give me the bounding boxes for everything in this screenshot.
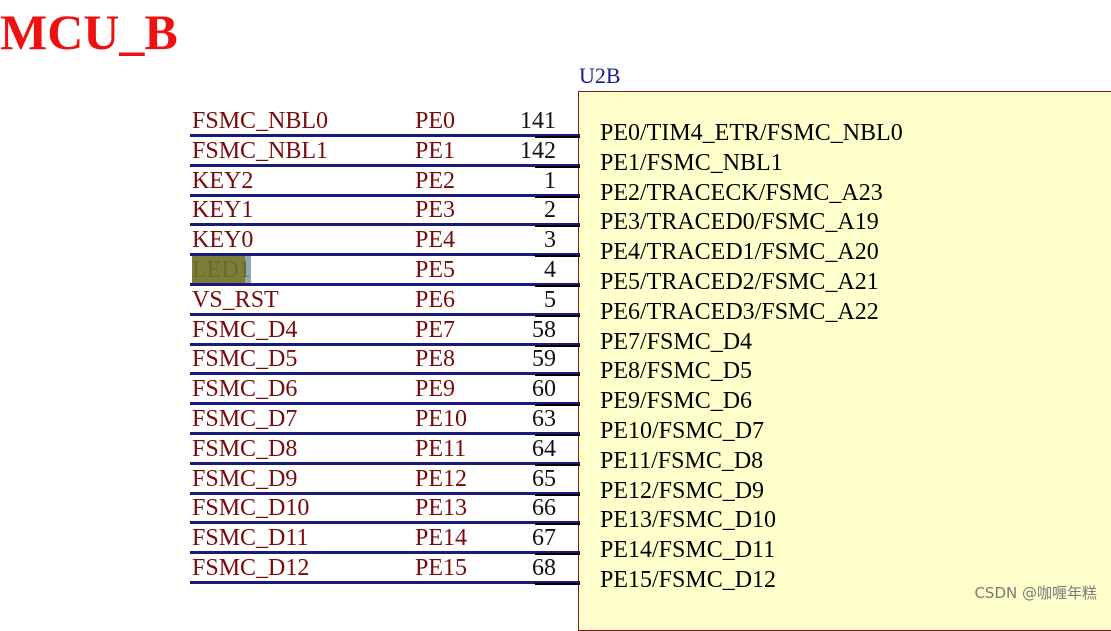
net-label[interactable]: FSMC_NBL1 (192, 137, 328, 165)
net-label[interactable]: KEY0 (192, 226, 253, 254)
part-designator: U2B (579, 63, 621, 88)
pin-number: 58 (532, 316, 556, 343)
pin-row[interactable]: FSMC_D12 PE15 68 PE15/FSMC_D12 (0, 554, 1111, 593)
pin-row[interactable]: KEY2 PE2 1 PE2/TRACECK/FSMC_A23 (0, 167, 1111, 206)
port-label: PE7 (415, 316, 456, 343)
port-label: PE6 (415, 286, 456, 313)
port-label: PE14 (415, 525, 468, 552)
pin-number: 4 (544, 257, 556, 283)
pin-number: 60 (532, 376, 556, 403)
port-label: PE4 (415, 227, 456, 254)
port-label: PE13 (415, 495, 468, 522)
net-label[interactable]: FSMC_D9 (192, 465, 297, 493)
pin-number: 2 (544, 197, 556, 224)
port-label: PE5 (415, 257, 456, 283)
port-label: PE0 (415, 108, 456, 134)
pin-number: 64 (532, 435, 556, 462)
port-label: PE1 (415, 137, 456, 164)
pin-row[interactable]: FSMC_D4 PE7 58 PE7/FSMC_D4 (0, 316, 1111, 355)
pin-row[interactable]: FSMC_D10 PE13 66 PE13/FSMC_D10 (0, 494, 1111, 533)
pin-number: 142 (520, 137, 556, 164)
net-label[interactable]: FSMC_D10 (192, 494, 309, 522)
net-label[interactable]: LED1 (192, 256, 251, 284)
net-label[interactable]: KEY1 (192, 196, 253, 224)
net-label[interactable]: FSMC_D7 (192, 405, 297, 433)
port-label: PE12 (415, 465, 468, 492)
pin-number: 1 (544, 167, 556, 194)
pin-row[interactable]: FSMC_D11 PE14 67 PE14/FSMC_D11 (0, 524, 1111, 563)
pin-row[interactable]: FSMC_D5 PE8 59 PE8/FSMC_D5 (0, 345, 1111, 384)
pin-number: 66 (532, 495, 556, 522)
net-label[interactable]: FSMC_D11 (192, 524, 308, 552)
net-label[interactable]: VS_RST (192, 286, 279, 314)
pin-row[interactable]: FSMC_D7 PE10 63 PE10/FSMC_D7 (0, 405, 1111, 444)
pin-row[interactable]: KEY1 PE3 2 PE3/TRACED0/FSMC_A19 (0, 196, 1111, 235)
net-label[interactable]: FSMC_D5 (192, 345, 297, 373)
pin-number: 67 (532, 525, 556, 552)
port-label: PE9 (415, 376, 456, 403)
pin-row[interactable]: FSMC_D9 PE12 65 PE12/FSMC_D9 (0, 465, 1111, 504)
port-label: PE10 (415, 406, 468, 432)
net-label[interactable]: FSMC_D12 (192, 554, 309, 582)
pin-row[interactable]: FSMC_D8 PE11 64 PE11/FSMC_D8 (0, 435, 1111, 474)
port-label: PE2 (415, 167, 456, 194)
pin-number: 141 (520, 108, 556, 134)
pin-row[interactable]: KEY0 PE4 3 PE4/TRACED1/FSMC_A20 (0, 226, 1111, 265)
watermark: CSDN @咖喱年糕 (974, 584, 1097, 602)
pin-row[interactable]: LED1 PE5 4 PE5/TRACED2/FSMC_A21 (0, 256, 1111, 295)
pin-row[interactable]: FSMC_NBL0 PE0 141 PE0/TIM4_ETR/FSMC_NBL0 (0, 107, 1111, 146)
net-label[interactable]: KEY2 (192, 167, 253, 195)
pin-number: 63 (532, 406, 556, 432)
pin-number: 5 (544, 286, 556, 313)
pin-stub (535, 583, 580, 585)
net-label[interactable]: FSMC_NBL0 (192, 107, 328, 135)
port-label: PE8 (415, 346, 456, 373)
pin-function-label: PE15/FSMC_D12 (600, 567, 777, 593)
pin-row[interactable]: FSMC_D6 PE9 60 PE9/FSMC_D6 (0, 375, 1111, 414)
pin-number: 59 (532, 346, 556, 373)
port-label: PE11 (415, 435, 467, 462)
pin-number: 68 (532, 555, 556, 581)
pin-number: 3 (544, 227, 556, 254)
pin-number: 65 (532, 465, 556, 492)
net-label[interactable]: FSMC_D8 (192, 435, 297, 463)
schematic-title: MCU_B (0, 4, 178, 60)
net-label[interactable]: FSMC_D4 (192, 316, 297, 344)
net-wire[interactable] (190, 581, 580, 584)
port-label: PE3 (415, 197, 456, 224)
net-label[interactable]: FSMC_D6 (192, 375, 297, 403)
pin-row[interactable]: FSMC_NBL1 PE1 142 PE1/FSMC_NBL1 (0, 137, 1111, 176)
pin-row[interactable]: VS_RST PE6 5 PE6/TRACED3/FSMC_A22 (0, 286, 1111, 325)
port-label: PE15 (415, 555, 468, 581)
